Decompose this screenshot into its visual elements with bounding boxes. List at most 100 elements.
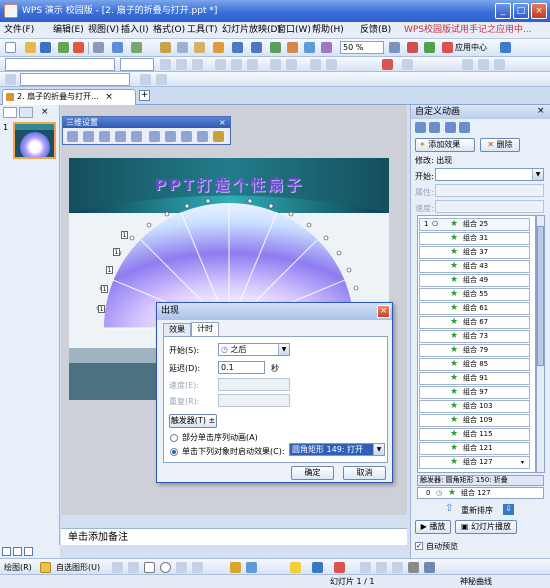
surface-icon[interactable] [197,131,208,142]
normal-view-icon[interactable] [2,547,11,556]
radio-on-click[interactable] [170,448,178,456]
animation-list-item[interactable]: ★ 组合 67 [419,316,530,329]
notes-area[interactable]: 单击添加备注 [61,528,407,545]
new-icon[interactable] [5,42,16,53]
cancel-button[interactable]: 取消 [343,466,386,480]
animation-list-item[interactable]: ★ 组合 109 [419,414,530,427]
document-tab[interactable]: 2. 扇子的折叠与打开... × [2,89,136,105]
animation-list-item[interactable]: ★ 组合 91 [419,372,530,385]
add-effect-button[interactable]: ✦ 添加效果 [415,138,475,152]
animation-marker[interactable]: 1 [113,248,120,256]
font-color-icon[interactable] [382,59,393,70]
drawing-font-color-icon[interactable] [334,562,345,573]
panel-close-icon[interactable]: × [41,107,53,118]
radio-sequence[interactable] [170,434,178,442]
new-slide-icon[interactable] [494,59,505,70]
animation-list-item[interactable]: ★ 组合 55 [419,288,530,301]
slideshow-icon[interactable] [424,42,435,53]
slides-tab-icon[interactable] [3,107,17,118]
menu-tools[interactable]: 工具(T) [187,24,218,37]
3d-color-icon[interactable] [213,131,224,142]
animation-list-item[interactable]: ★ 组合 115 [419,428,530,441]
menu-ad-link[interactable]: WPS校园版试用手记之应用中... [404,24,544,37]
maximize-button[interactable]: □ [513,3,529,19]
slideshow-button[interactable]: ▣ 幻灯片播放 [455,520,517,534]
line-style-icon[interactable] [360,562,371,573]
save-icon[interactable] [40,42,51,53]
animation-list-item[interactable]: ★ 组合 85 [419,358,530,371]
align-right-icon[interactable] [247,59,258,70]
animation-list-scrollbar[interactable] [536,215,545,473]
float-toolbar-close-icon[interactable]: × [219,117,226,128]
pdf-icon[interactable] [73,42,84,53]
animation-list-item[interactable]: ★ 组合 37 [419,246,530,259]
close-button[interactable]: × [531,3,547,19]
menu-edit[interactable]: 编辑(E) [53,24,84,37]
play-button[interactable]: ▶ 播放 [415,520,451,534]
menu-slideshow[interactable]: 幻灯片放映(D) [222,24,281,37]
3d-toggle-icon[interactable] [67,131,78,142]
strikethrough-icon[interactable] [156,74,167,85]
align-center-icon[interactable] [231,59,242,70]
redo-icon[interactable] [251,42,262,53]
increase-font-icon[interactable] [310,59,321,70]
trigger-header[interactable]: 触发器: 圆角矩形 150: 折叠 [417,475,544,486]
menu-format[interactable]: 格式(O) [153,24,185,37]
tilt-down-icon[interactable] [83,131,94,142]
menu-feedback[interactable]: 反馈(B) [360,24,391,37]
start-select[interactable]: ▼ [435,168,544,181]
align-left-icon[interactable] [215,59,226,70]
animation-list-item[interactable]: ★ 组合 31 [419,232,530,245]
draw-menu[interactable]: 绘图(R) [4,562,32,573]
bullets-icon[interactable] [270,59,281,70]
slide-thumbnail[interactable] [13,122,56,159]
app-center-label[interactable]: 应用中心 [455,42,487,53]
animation-list[interactable]: 1 ⎔ ★ 组合 25 ★ 组合 31 ★ 组合 37 ★ 组合 43 ★ 组合 49 ★ 组合 55 ★ 组… [417,215,536,473]
background-icon[interactable] [478,59,489,70]
font-size-select[interactable] [120,58,154,71]
panel-menu-icon[interactable] [459,122,470,133]
app-center-icon[interactable] [442,42,453,53]
scrollbar-thumb[interactable] [537,226,544,366]
cloud-icon[interactable] [500,42,511,53]
open-icon[interactable] [25,42,36,53]
autoshape-menu[interactable]: 自选图形(U) [56,562,100,573]
menu-insert[interactable]: 插入(I) [121,24,149,37]
outline-tab-icon[interactable] [19,107,33,118]
tab-timing[interactable]: 计时 [191,322,219,336]
tilt-up-icon[interactable] [99,131,110,142]
tilt-left-icon[interactable] [115,131,126,142]
bold-icon[interactable] [160,59,171,70]
sorter-view-icon[interactable] [13,547,22,556]
outline-icon[interactable] [5,74,16,85]
animation-list-item[interactable]: ★ 组合 97 [419,386,530,399]
undo-icon[interactable] [232,42,243,53]
paste-icon[interactable] [194,42,205,53]
depth-icon[interactable] [149,131,160,142]
lighting-icon[interactable] [181,131,192,142]
layout-icon[interactable] [462,59,473,70]
animation-list-item[interactable]: ★ 组合 61 [419,302,530,315]
record-icon[interactable] [407,42,418,53]
3d-style-icon[interactable] [424,562,435,573]
menu-window[interactable]: 窗口(W) [277,24,311,37]
insert-picture-icon[interactable] [304,42,315,53]
reorder-up-icon[interactable]: ⇧ [445,504,459,515]
numbering-icon[interactable] [286,59,297,70]
tab-effect[interactable]: 效果 [163,323,191,336]
fill-color-icon[interactable] [290,562,301,573]
animation-list-item[interactable]: 1 ⎔ ★ 组合 25 [419,218,530,231]
forward-icon[interactable] [429,122,440,133]
menu-help[interactable]: 帮助(H) [312,24,344,37]
wps-app-icon[interactable] [4,4,18,18]
tilt-right-icon[interactable] [131,131,142,142]
animation-list-item[interactable]: ★ 组合 43 [419,260,530,273]
copy-icon[interactable] [177,42,188,53]
insert-table-icon[interactable] [270,42,281,53]
insert-textbox-icon[interactable] [321,42,332,53]
line-color-icon[interactable] [312,562,323,573]
preview-icon[interactable] [112,42,123,53]
start-select[interactable]: ◷ 之后 ▼ [218,343,290,356]
rectangle-icon[interactable] [144,562,155,573]
delay-input[interactable]: 0.1 [218,361,265,374]
